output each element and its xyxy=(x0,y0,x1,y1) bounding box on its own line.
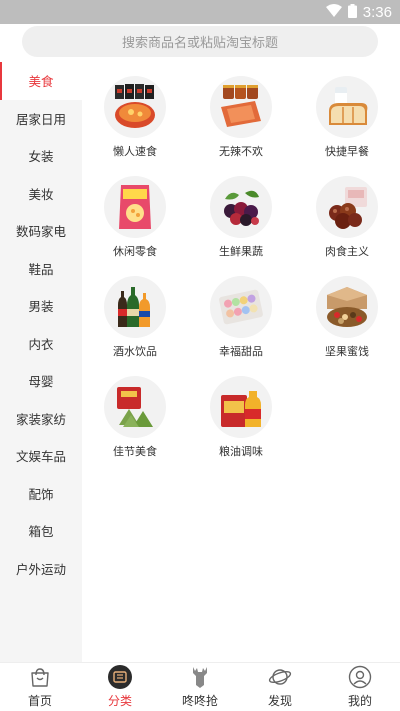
sidebar-item-label: 美妆 xyxy=(28,186,54,202)
sidebar-item-electronics[interactable]: 数码家电 xyxy=(0,212,82,250)
subcategory-label: 酒水饮品 xyxy=(113,345,157,358)
sidebar-item-food[interactable]: 美食 xyxy=(0,62,82,100)
subcategory-dessert[interactable]: 幸福甜品 xyxy=(188,276,294,359)
sidebar-item-label: 女装 xyxy=(28,149,54,165)
drinks-icon xyxy=(104,276,166,338)
nav-flash-sale[interactable]: 咚咚抢 xyxy=(160,663,240,711)
dessert-icon xyxy=(210,276,272,338)
sidebar-item-womens-clothing[interactable]: 女装 xyxy=(0,137,82,175)
subcategory-label: 粮油调味 xyxy=(219,445,263,458)
sidebar-item-household[interactable]: 居家日用 xyxy=(0,100,82,138)
subcategory-label: 懒人速食 xyxy=(113,145,157,158)
sidebar-item-label: 内衣 xyxy=(28,336,54,352)
sidebar-item-entertainment-auto[interactable]: 文娱车品 xyxy=(0,437,82,475)
status-time: 3:36 xyxy=(362,3,392,21)
category-sidebar: 美食 居家日用 女装 美妆 数码家电 鞋品 男装 内衣 母婴 家装家纺 文娱车品… xyxy=(0,62,82,662)
sidebar-item-beauty[interactable]: 美妆 xyxy=(0,175,82,213)
subcategory-label: 坚果蜜饯 xyxy=(325,345,369,358)
sidebar-item-shoes[interactable]: 鞋品 xyxy=(0,250,82,288)
search-area: 搜索商品名或粘贴淘宝标题 xyxy=(0,24,400,62)
snack-icon xyxy=(104,176,166,238)
bottom-nav: 首页 分类 咚咚抢 发现 我的 xyxy=(0,662,400,711)
subcategory-meat[interactable]: 肉食主义 xyxy=(294,176,400,259)
search-placeholder: 搜索商品名或粘贴淘宝标题 xyxy=(121,36,278,51)
sidebar-item-label: 男装 xyxy=(28,299,54,315)
subcategory-grid: 懒人速食 无辣不欢 快捷早餐 休闲零食 生鲜果蔬 肉食主义 酒水饮品 幸福甜品 … xyxy=(82,76,400,459)
sidebar-item-label: 文娱车品 xyxy=(15,449,66,465)
breakfast-icon xyxy=(316,76,378,138)
sidebar-item-baby[interactable]: 母婴 xyxy=(0,362,82,400)
shopping-bag-icon xyxy=(28,665,52,689)
spicy-food-icon xyxy=(210,76,272,138)
sidebar-item-accessories[interactable]: 配饰 xyxy=(0,475,82,513)
nav-label: 我的 xyxy=(347,694,372,708)
search-input[interactable]: 搜索商品名或粘贴淘宝标题 xyxy=(22,26,378,57)
nav-label: 咚咚抢 xyxy=(181,694,218,708)
nav-home[interactable]: 首页 xyxy=(0,663,80,711)
sidebar-item-label: 鞋品 xyxy=(28,261,54,277)
wifi-icon xyxy=(325,3,342,22)
fresh-fruit-icon xyxy=(210,176,272,238)
instant-food-icon xyxy=(104,76,166,138)
sidebar-item-label: 母婴 xyxy=(28,374,54,390)
sidebar-item-label: 箱包 xyxy=(28,524,54,540)
subcategory-label: 快捷早餐 xyxy=(325,145,369,158)
sidebar-item-label: 数码家电 xyxy=(15,224,66,240)
subcategory-festival-food[interactable]: 佳节美食 xyxy=(82,376,188,459)
sidebar-item-label: 配饰 xyxy=(28,486,54,502)
subcategory-label: 生鲜果蔬 xyxy=(219,245,263,258)
nav-discover[interactable]: 发现 xyxy=(240,663,320,711)
sidebar-item-mens-clothing[interactable]: 男装 xyxy=(0,287,82,325)
battery-icon xyxy=(347,3,357,22)
sidebar-item-outdoor-sports[interactable]: 户外运动 xyxy=(0,550,82,588)
subcategory-label: 肉食主义 xyxy=(325,245,369,258)
sidebar-item-label: 美食 xyxy=(28,74,54,90)
subcategory-grain-oil[interactable]: 粮油调味 xyxy=(188,376,294,459)
subcategory-snacks[interactable]: 休闲零食 xyxy=(82,176,188,259)
nav-category[interactable]: 分类 xyxy=(80,663,160,711)
subcategory-label: 休闲零食 xyxy=(113,245,157,258)
subcategory-label: 佳节美食 xyxy=(113,445,157,458)
status-icons: 3:36 xyxy=(325,0,392,24)
sidebar-item-label: 家装家纺 xyxy=(15,411,66,427)
deer-icon xyxy=(188,665,212,689)
sidebar-item-bags[interactable]: 箱包 xyxy=(0,512,82,550)
category-content: 懒人速食 无辣不欢 快捷早餐 休闲零食 生鲜果蔬 肉食主义 酒水饮品 幸福甜品 … xyxy=(82,62,400,662)
subcategory-label: 无辣不欢 xyxy=(219,145,263,158)
grain-oil-icon xyxy=(210,376,272,438)
nuts-icon xyxy=(316,276,378,338)
sidebar-item-label: 居家日用 xyxy=(15,111,66,127)
nav-profile[interactable]: 我的 xyxy=(320,663,400,711)
subcategory-fresh-fruit[interactable]: 生鲜果蔬 xyxy=(188,176,294,259)
status-bar: 3:36 xyxy=(0,0,400,24)
subcategory-spicy-food[interactable]: 无辣不欢 xyxy=(188,76,294,159)
category-icon xyxy=(108,665,132,689)
nav-label: 发现 xyxy=(267,694,292,708)
meat-icon xyxy=(316,176,378,238)
user-icon xyxy=(348,665,372,689)
subcategory-nuts[interactable]: 坚果蜜饯 xyxy=(294,276,400,359)
nav-label: 分类 xyxy=(107,694,132,708)
festival-food-icon xyxy=(104,376,166,438)
sidebar-item-home-textiles[interactable]: 家装家纺 xyxy=(0,400,82,438)
subcategory-instant-food[interactable]: 懒人速食 xyxy=(82,76,188,159)
sidebar-item-underwear[interactable]: 内衣 xyxy=(0,325,82,363)
subcategory-label: 幸福甜品 xyxy=(219,345,263,358)
nav-label: 首页 xyxy=(27,694,52,708)
subcategory-breakfast[interactable]: 快捷早餐 xyxy=(294,76,400,159)
subcategory-drinks[interactable]: 酒水饮品 xyxy=(82,276,188,359)
sidebar-item-label: 户外运动 xyxy=(15,561,66,577)
planet-icon xyxy=(268,665,292,689)
